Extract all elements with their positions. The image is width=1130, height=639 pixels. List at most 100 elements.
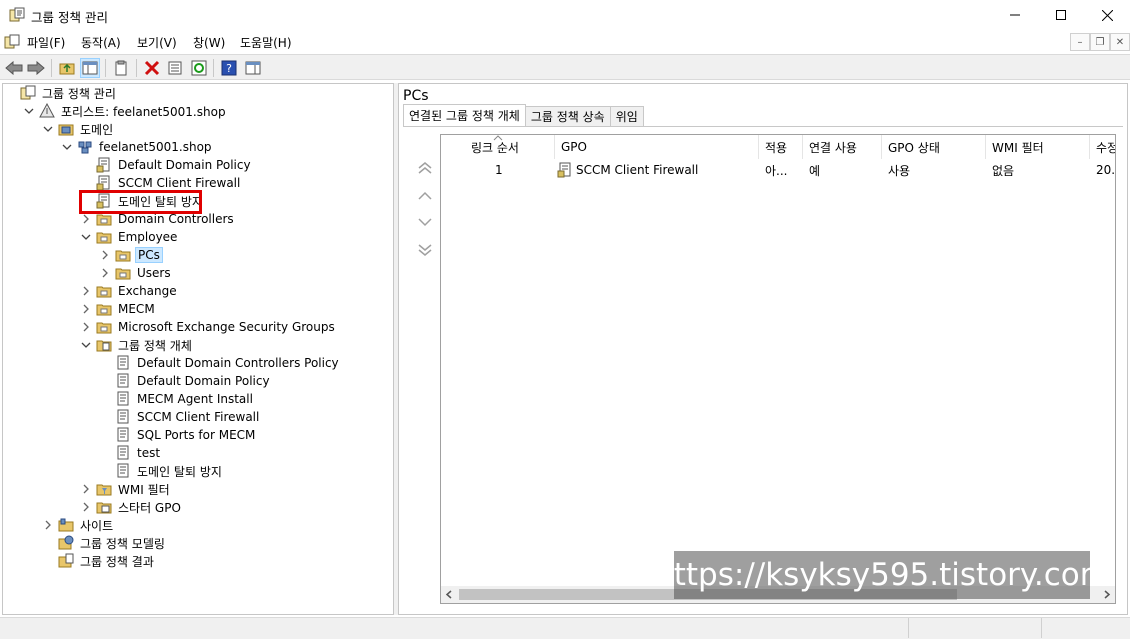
- chevron-right-icon[interactable]: [80, 303, 92, 315]
- menu-window[interactable]: 창(W): [193, 34, 225, 51]
- col-gpo[interactable]: GPO: [555, 135, 759, 159]
- scroll-left-icon[interactable]: [445, 590, 453, 599]
- show-action-pane-button[interactable]: [243, 58, 263, 78]
- tree-item-label: 포리스트: feelanet5001.shop: [61, 104, 226, 119]
- tree-item[interactable]: Default Domain Policy: [80, 156, 253, 174]
- up-level-button[interactable]: [57, 58, 77, 78]
- col-wmi-filter[interactable]: WMI 필터: [986, 135, 1090, 159]
- close-button[interactable]: [1084, 0, 1130, 30]
- tree-item[interactable]: 포리스트: feelanet5001.shop: [23, 102, 228, 120]
- row-link-order[interactable]: 1: [495, 161, 525, 179]
- back-button[interactable]: [4, 58, 24, 78]
- tree-item[interactable]: Microsoft Exchange Security Groups: [80, 318, 337, 336]
- row-link-enabled[interactable]: 예: [809, 161, 879, 179]
- toolbar-separator: [213, 59, 214, 77]
- help-button[interactable]: ?: [219, 58, 239, 78]
- toolbar: ?: [0, 54, 1130, 80]
- back-arrow-icon: [5, 61, 23, 75]
- toolbar-separator: [51, 59, 52, 77]
- help-icon: ?: [221, 60, 237, 76]
- menu-file[interactable]: 파일(F): [27, 34, 65, 51]
- forward-button[interactable]: [26, 58, 46, 78]
- menu-view[interactable]: 보기(V): [137, 34, 177, 51]
- chevron-right-icon[interactable]: [80, 483, 92, 495]
- tree-item[interactable]: Default Domain Policy: [99, 372, 272, 390]
- tree-item[interactable]: MECM Agent Install: [99, 390, 255, 408]
- tree-item[interactable]: 사이트: [42, 516, 115, 534]
- tree-item[interactable]: SCCM Client Firewall: [99, 408, 261, 426]
- chevron-right-icon[interactable]: [80, 501, 92, 513]
- show-hide-tree-button[interactable]: [80, 58, 100, 78]
- linked-gpo-list[interactable]: 링크 순서 GPO 적용 연결 사용 GPO 상태 WMI 필터 수정 1 SC…: [440, 134, 1116, 604]
- tree-item-label: Users: [137, 266, 171, 280]
- mdi-minimize-button[interactable]: –: [1070, 33, 1090, 51]
- refresh-button[interactable]: [189, 58, 209, 78]
- minimize-button[interactable]: [992, 0, 1038, 30]
- tree-item[interactable]: 그룹 정책 개체: [80, 336, 194, 354]
- chevron-right-icon[interactable]: [99, 267, 111, 279]
- tree-item[interactable]: SQL Ports for MECM: [99, 426, 257, 444]
- chevron-right-icon[interactable]: [80, 213, 92, 225]
- properties-button[interactable]: [165, 58, 185, 78]
- tree-item[interactable]: test: [99, 444, 162, 462]
- mdi-close-button[interactable]: ✕: [1110, 33, 1130, 51]
- col-link-order[interactable]: 링크 순서: [465, 135, 555, 159]
- folder-up-icon: [59, 63, 75, 75]
- clipboard-icon: [115, 60, 127, 76]
- gpo-icon: [115, 409, 131, 425]
- maximize-button[interactable]: [1038, 0, 1084, 30]
- col-link-enabled[interactable]: 연결 사용: [803, 135, 882, 159]
- maximize-icon: [1056, 10, 1066, 20]
- chevron-down-icon[interactable]: [61, 141, 73, 153]
- tree-item[interactable]: 스타터 GPO: [80, 498, 183, 516]
- chevron-right-icon[interactable]: [42, 519, 54, 531]
- move-down-button[interactable]: [415, 212, 435, 232]
- tab-linked-gpos[interactable]: 연결된 그룹 정책 개체: [403, 104, 526, 126]
- tree-item[interactable]: Default Domain Controllers Policy: [99, 354, 341, 372]
- move-to-top-button[interactable]: [415, 158, 435, 178]
- move-up-button[interactable]: [415, 186, 435, 206]
- gpm-document-icon[interactable]: [4, 34, 20, 50]
- row-wmi-filter[interactable]: 없음: [992, 161, 1088, 179]
- gpo-icon: [115, 427, 131, 443]
- menu-action[interactable]: 동작(A): [81, 34, 121, 51]
- tree-item[interactable]: Exchange: [80, 282, 179, 300]
- chevron-down-icon[interactable]: [80, 339, 92, 351]
- row-gpo-status[interactable]: 사용: [888, 161, 984, 179]
- tree-item[interactable]: 그룹 정책 관리: [4, 84, 118, 102]
- move-to-bottom-button[interactable]: [415, 240, 435, 260]
- tab-gp-inheritance[interactable]: 그룹 정책 상속: [524, 106, 611, 126]
- row-enforced[interactable]: 아...: [765, 161, 801, 179]
- chevron-right-icon[interactable]: [80, 321, 92, 333]
- tree-item[interactable]: PCs: [99, 246, 163, 264]
- tree-item[interactable]: Employee: [80, 228, 179, 246]
- tree-item[interactable]: MECM: [80, 300, 157, 318]
- ou-icon: [115, 265, 131, 281]
- delete-button[interactable]: [142, 58, 162, 78]
- chevron-down-icon[interactable]: [23, 105, 35, 117]
- row-gpo[interactable]: SCCM Client Firewall: [557, 161, 757, 179]
- col-gpo-status[interactable]: GPO 상태: [882, 135, 986, 159]
- tree-item[interactable]: feelanet5001.shop: [61, 138, 214, 156]
- window-title: 그룹 정책 관리: [31, 10, 108, 25]
- col-enforced[interactable]: 적용: [759, 135, 803, 159]
- chevron-right-icon[interactable]: [99, 249, 111, 261]
- tree-item[interactable]: Users: [99, 264, 173, 282]
- mdi-restore-button[interactable]: ❐: [1090, 33, 1110, 51]
- clipboard-button[interactable]: [111, 58, 131, 78]
- menu-help[interactable]: 도움말(H): [240, 34, 292, 51]
- row-modified[interactable]: 20...: [1096, 161, 1115, 179]
- chevron-right-icon[interactable]: [80, 285, 92, 297]
- tree-item[interactable]: 도메인: [42, 120, 115, 138]
- tree-item[interactable]: 그룹 정책 결과: [42, 552, 156, 570]
- tree-item[interactable]: 도메인 탈퇴 방지: [99, 462, 224, 480]
- chevron-down-icon[interactable]: [80, 231, 92, 243]
- tree-item[interactable]: WMI 필터: [80, 480, 172, 498]
- chevron-down-icon[interactable]: [42, 123, 54, 135]
- tab-delegation[interactable]: 위임: [609, 106, 644, 126]
- status-bar: [0, 617, 1130, 639]
- minimize-icon: [1010, 14, 1020, 16]
- col-modified[interactable]: 수정: [1090, 135, 1115, 159]
- tree-item[interactable]: 그룹 정책 모델링: [42, 534, 167, 552]
